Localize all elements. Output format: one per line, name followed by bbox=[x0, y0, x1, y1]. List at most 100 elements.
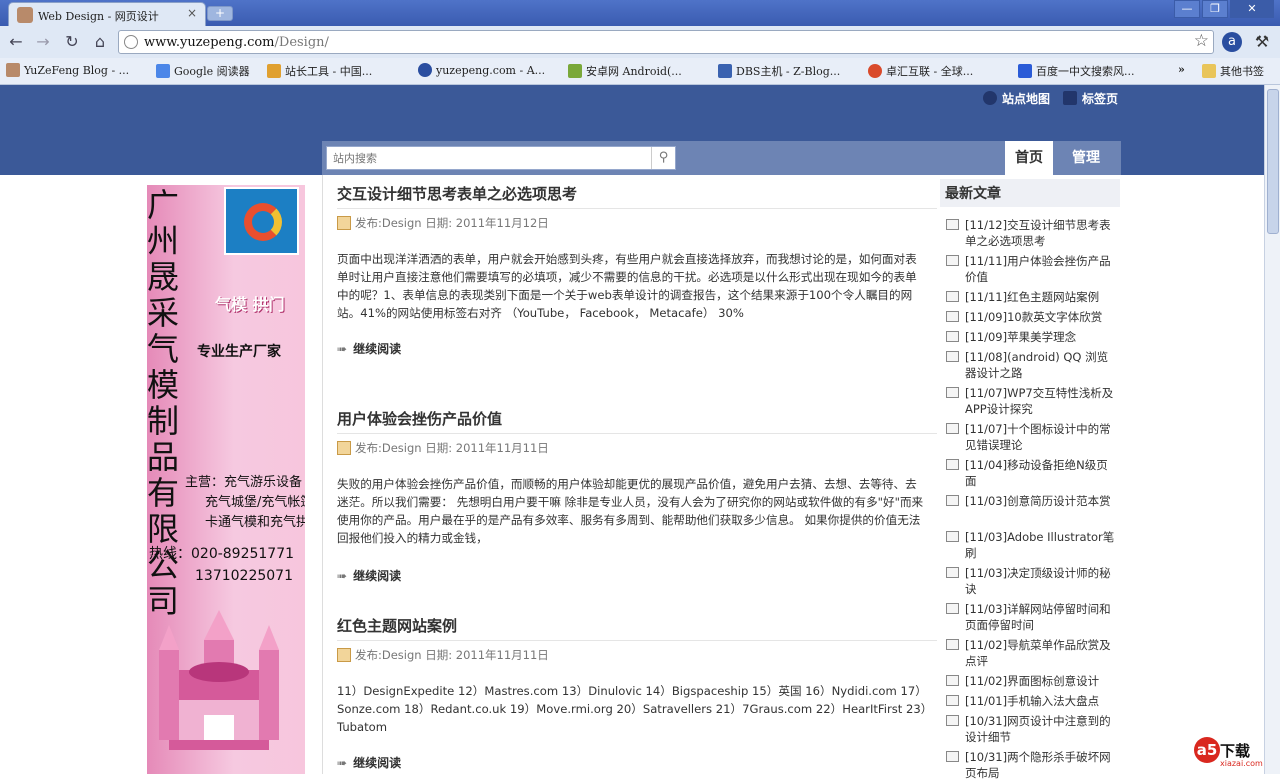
recent-post-link[interactable]: [11/07]十个图标设计中的常见错误理论 bbox=[946, 421, 1116, 453]
list-icon bbox=[946, 531, 959, 542]
list-icon bbox=[946, 387, 959, 398]
ad-logo-icon bbox=[224, 187, 299, 255]
article-excerpt: 失败的用户体验会挫伤产品价值，而顺畅的用户体验却能更优的展现产品价值，避免用户去… bbox=[337, 477, 924, 545]
list-icon bbox=[946, 751, 959, 762]
bookmark-item[interactable]: 站长工具 - 中国... bbox=[267, 63, 372, 79]
recent-post-link[interactable]: [11/12]交互设计细节思考表单之必选项思考 bbox=[946, 217, 1116, 249]
globe-icon bbox=[983, 91, 997, 105]
shield-icon bbox=[718, 64, 732, 78]
read-more-link[interactable]: ➠ 继续阅读 bbox=[337, 754, 937, 771]
recent-post-link[interactable]: [11/02]导航菜单作品欣赏及点评 bbox=[946, 637, 1116, 669]
tab-close-icon[interactable]: × bbox=[187, 6, 197, 20]
favicon-icon bbox=[17, 7, 33, 23]
google-reader-icon bbox=[156, 64, 170, 78]
recent-post-link[interactable]: [11/09]苹果美学理念 bbox=[946, 329, 1116, 345]
list-icon bbox=[946, 219, 959, 230]
search-input[interactable] bbox=[327, 147, 653, 169]
list-icon bbox=[946, 331, 959, 342]
read-more-link[interactable]: ➠ 继续阅读 bbox=[337, 567, 937, 584]
sitemap-link[interactable]: 站点地图 bbox=[983, 90, 1050, 107]
sidebar-recent-posts: 最新文章 [11/12]交互设计细节思考表单之必选项思考 [11/11]用户体验… bbox=[937, 175, 1121, 780]
bookmark-star-icon[interactable]: ☆ bbox=[1194, 31, 1209, 51]
list-icon bbox=[946, 255, 959, 266]
bookmark-item[interactable]: Google 阅读器 bbox=[156, 63, 250, 79]
pencil-icon bbox=[337, 648, 351, 662]
recent-post-link[interactable]: [11/04]移动设备拒绝N级页面 bbox=[946, 457, 1116, 489]
browser-chrome: Web Design - 网页设计 × + — ❐ ✕ ← → ↻ ⌂ www.… bbox=[0, 0, 1280, 85]
recent-post-link[interactable]: [11/03]决定顶级设计师的秘诀 bbox=[946, 565, 1116, 597]
list-icon bbox=[946, 675, 959, 686]
search-icon[interactable]: ⚲ bbox=[651, 147, 675, 169]
globe-icon bbox=[418, 63, 432, 77]
pencil-icon bbox=[337, 216, 351, 230]
recent-post-link[interactable]: [11/03]创意简历设计范本赏 bbox=[946, 493, 1116, 509]
minimize-button[interactable]: — bbox=[1174, 0, 1200, 18]
url-text[interactable]: www.yuzepeng.com/Design/ bbox=[144, 35, 329, 50]
maximize-button[interactable]: ❐ bbox=[1202, 0, 1228, 18]
bookmark-item[interactable]: 卓汇互联 - 全球... bbox=[868, 63, 973, 79]
recent-post-link[interactable]: [11/02]界面图标创意设计 bbox=[946, 673, 1116, 689]
ad-products: 主营：充气游乐设备 充气城堡/充气帐篷 卡通气模和充气拱门 bbox=[185, 475, 305, 530]
bookmark-item[interactable]: 百度一中文搜索风... bbox=[1018, 63, 1135, 79]
address-bar[interactable]: www.yuzepeng.com/Design/ ☆ bbox=[118, 30, 1214, 54]
recent-post-link[interactable]: [11/09]10款英文字体欣赏 bbox=[946, 309, 1116, 325]
list-icon bbox=[946, 311, 959, 322]
article-card: 用户体验会挫伤产品价值 发布:Design 日期: 2011年11月11日 失败… bbox=[337, 408, 937, 584]
a5-badge: a5 bbox=[1194, 737, 1220, 763]
list-icon bbox=[946, 715, 959, 726]
list-icon bbox=[946, 459, 959, 470]
close-window-button[interactable]: ✕ bbox=[1230, 0, 1274, 18]
recent-post-link[interactable]: [11/08](android) QQ 浏览器设计之路 bbox=[946, 349, 1116, 381]
arrow-right-icon: ➠ bbox=[337, 756, 348, 770]
recent-post-link[interactable]: [10/31]网页设计中注意到的设计细节 bbox=[946, 713, 1116, 745]
recent-post-link[interactable]: [11/07]WP7交互特性浅析及APP设计探究 bbox=[946, 385, 1116, 417]
bookmark-item[interactable]: 安卓网 Android(... bbox=[568, 63, 682, 79]
other-bookmarks-folder[interactable]: 其他书签 bbox=[1202, 63, 1264, 79]
bookmark-item[interactable]: YuZeFeng Blog - ... bbox=[6, 63, 129, 79]
watermark-text: 下载 bbox=[1220, 742, 1251, 760]
article-meta: 发布:Design 日期: 2011年11月11日 bbox=[337, 647, 937, 665]
bookmarks-overflow-button[interactable]: » bbox=[1178, 63, 1185, 79]
recent-post-link[interactable]: [11/01]手机输入法大盘点 bbox=[946, 693, 1116, 709]
article-title[interactable]: 红色主题网站案例 bbox=[337, 615, 937, 641]
list-icon bbox=[946, 695, 959, 706]
recent-post-link[interactable]: [11/03]Adobe Illustrator笔刷 bbox=[946, 529, 1116, 561]
home-icon[interactable]: ⌂ bbox=[90, 32, 110, 52]
site-header: 站点地图 标签页 ⚲ 首页 管理 bbox=[0, 85, 1264, 175]
vertical-scrollbar[interactable] bbox=[1264, 85, 1280, 774]
side-banner-ad[interactable]: 广州晟采气模制品有限公司 气模 拱门 专业生产厂家 主营：充气游乐设备 充气城堡… bbox=[147, 185, 305, 774]
recent-post-link[interactable]: [11/11]红色主题网站案例 bbox=[946, 289, 1116, 305]
read-more-link[interactable]: ➠ 继续阅读 bbox=[337, 340, 937, 357]
scrollbar-thumb[interactable] bbox=[1267, 89, 1279, 234]
recent-post-link[interactable]: [11/11]用户体验会挫伤产品价值 bbox=[946, 253, 1116, 285]
pencil-icon bbox=[337, 441, 351, 455]
extension-icon[interactable]: a bbox=[1222, 32, 1242, 52]
baidu-paw-icon bbox=[1018, 64, 1032, 78]
forward-icon[interactable]: → bbox=[33, 32, 53, 52]
bookmark-item[interactable]: yuzepeng.com - A... bbox=[418, 63, 545, 79]
article-title[interactable]: 交互设计细节思考表单之必选项思考 bbox=[337, 183, 937, 209]
wrench-icon[interactable]: ⚒ bbox=[1252, 32, 1272, 52]
folder-icon bbox=[1202, 64, 1216, 78]
list-icon bbox=[946, 495, 959, 506]
arrow-right-icon: ➠ bbox=[337, 569, 348, 583]
article-excerpt: 11）DesignExpedite 12）Mastres.com 13）Dinu… bbox=[337, 684, 927, 734]
recent-post-link[interactable]: [10/31]两个隐形杀手破坏网页布局 bbox=[946, 749, 1116, 781]
article-title[interactable]: 用户体验会挫伤产品价值 bbox=[337, 408, 937, 434]
back-icon[interactable]: ← bbox=[6, 32, 26, 52]
window-controls: — ❐ ✕ bbox=[1172, 0, 1274, 18]
reload-icon[interactable]: ↻ bbox=[62, 32, 82, 52]
list-icon bbox=[946, 639, 959, 650]
list-icon bbox=[946, 291, 959, 302]
tab-admin[interactable]: 管理 bbox=[1062, 141, 1110, 175]
list-icon bbox=[946, 567, 959, 578]
watermark-url: xiazai.com bbox=[1220, 759, 1263, 768]
tags-link[interactable]: 标签页 bbox=[1063, 90, 1118, 107]
list-icon bbox=[946, 423, 959, 434]
new-tab-button[interactable]: + bbox=[207, 6, 233, 21]
bookmark-item[interactable]: DBS主机 - Z-Blog... bbox=[718, 63, 840, 79]
tab-home[interactable]: 首页 bbox=[1005, 141, 1053, 175]
recent-post-link[interactable]: [11/03]详解网站停留时间和页面停留时间 bbox=[946, 601, 1116, 633]
browser-tab[interactable]: Web Design - 网页设计 × bbox=[8, 2, 206, 26]
a5-watermark-logo: a5 下载 xiazai.com bbox=[1194, 737, 1266, 771]
